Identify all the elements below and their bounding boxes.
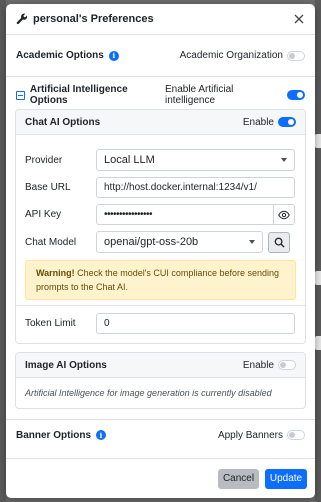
base-url-input[interactable]: http://host.docker.internal:1234/v1/	[96, 177, 295, 198]
api-key-input[interactable]: ••••••••••••••••	[96, 204, 274, 225]
modal-footer: Cancel Update	[6, 458, 315, 498]
close-icon[interactable]	[293, 13, 305, 25]
image-ai-card-header: Image AI Options Enable	[16, 353, 305, 378]
base-url-label: Base URL	[25, 182, 71, 193]
ai-options-row: Artificial Intelligence Options Enable A…	[6, 81, 315, 109]
cui-warning-alert: Warning! Check the model's CUI complianc…	[25, 260, 296, 300]
chat-model-label: Chat Model	[25, 236, 77, 248]
chat-ai-card-header: Chat AI Options Enable	[16, 110, 305, 135]
chat-model-row: Chat Model openai/gpt-oss-20b	[16, 231, 305, 253]
image-ai-body: Artificial Intelligence for image genera…	[16, 378, 305, 408]
backdrop-glimpse	[315, 336, 321, 350]
api-key-row: API Key ••••••••••••••••	[16, 204, 305, 225]
preferences-modal: personal's Preferences Academic Options …	[6, 4, 315, 498]
search-icon	[274, 237, 285, 248]
academic-options-row: Academic Options i Academic Organization	[6, 35, 315, 76]
provider-label: Provider	[25, 154, 63, 166]
model-search-button[interactable]	[268, 231, 290, 253]
ai-enable-label: Enable Artificial intelligence	[164, 84, 234, 106]
backdrop-glimpse	[315, 271, 321, 285]
token-limit-value: 0	[104, 318, 110, 329]
show-password-button[interactable]	[274, 204, 295, 225]
cancel-button[interactable]: Cancel	[218, 468, 259, 489]
chevron-down-icon	[249, 240, 255, 244]
provider-select[interactable]: Local LLM	[96, 149, 295, 171]
chat-ai-card: Chat AI Options Enable Provider Local LL…	[15, 109, 306, 344]
chat-enable-toggle-group: Enable	[243, 117, 296, 128]
chat-model-value: openai/gpt-oss-20b	[104, 236, 199, 248]
modal-header: personal's Preferences	[6, 4, 315, 35]
academic-org-toggle[interactable]	[287, 50, 305, 61]
backdrop-right	[315, 0, 321, 502]
ai-enable-toggle-group: Enable Artificial intelligence	[165, 84, 305, 106]
banner-options-row: Banner Options i Apply Banners	[6, 420, 315, 450]
academic-options-heading: Academic Options i	[16, 50, 119, 61]
chat-enable-label: Enable	[242, 116, 274, 128]
modal-title: personal's Preferences	[33, 13, 154, 25]
api-key-label: API Key	[25, 209, 62, 220]
chat-enable-toggle[interactable]	[278, 117, 296, 127]
chevron-down-icon	[281, 158, 287, 162]
token-limit-input[interactable]: 0	[96, 313, 295, 334]
ai-enable-toggle[interactable]	[287, 90, 305, 100]
academic-org-label: Academic Organization	[179, 50, 283, 61]
api-key-value: ••••••••••••••••	[104, 209, 153, 220]
backdrop-glimpse	[315, 134, 321, 148]
image-ai-title: Image AI Options	[25, 359, 107, 371]
apply-banners-toggle[interactable]	[287, 430, 305, 440]
banner-options-title: Banner Options	[16, 429, 92, 441]
warning-strong: Warning!	[36, 268, 75, 278]
academic-org-toggle-group: Academic Organization	[180, 50, 305, 61]
image-enable-toggle[interactable]	[278, 360, 296, 370]
token-limit-row: Token Limit 0	[16, 313, 305, 334]
banner-options-heading: Banner Options i	[16, 429, 107, 441]
image-disabled-note: Artificial Intelligence for image genera…	[25, 388, 272, 398]
image-enable-toggle-group: Enable	[243, 360, 296, 371]
update-button[interactable]: Update	[265, 468, 307, 489]
token-limit-label: Token Limit	[25, 318, 76, 329]
apply-banners-toggle-group: Apply Banners	[218, 430, 305, 441]
eye-icon	[278, 210, 290, 220]
ai-options-title: Artificial Intelligence Options	[29, 84, 128, 106]
base-url-row: Base URL http://host.docker.internal:123…	[16, 177, 305, 198]
base-url-value: http://host.docker.internal:1234/v1/	[104, 182, 257, 193]
provider-value: Local LLM	[104, 154, 155, 166]
info-icon[interactable]: i	[96, 430, 107, 440]
collapse-icon[interactable]	[16, 90, 25, 100]
ai-options-heading: Artificial Intelligence Options	[16, 84, 165, 106]
image-enable-label: Enable	[242, 359, 274, 371]
image-ai-card: Image AI Options Enable Artificial Intel…	[15, 352, 306, 409]
chat-ai-title: Chat AI Options	[25, 116, 101, 128]
wrench-icon	[16, 13, 28, 25]
provider-row: Provider Local LLM	[16, 149, 305, 171]
apply-banners-label: Apply Banners	[217, 429, 283, 441]
info-icon[interactable]: i	[108, 50, 119, 61]
chat-model-select[interactable]: openai/gpt-oss-20b	[96, 231, 263, 253]
academic-options-title: Academic Options	[16, 50, 104, 61]
divider	[6, 76, 315, 77]
